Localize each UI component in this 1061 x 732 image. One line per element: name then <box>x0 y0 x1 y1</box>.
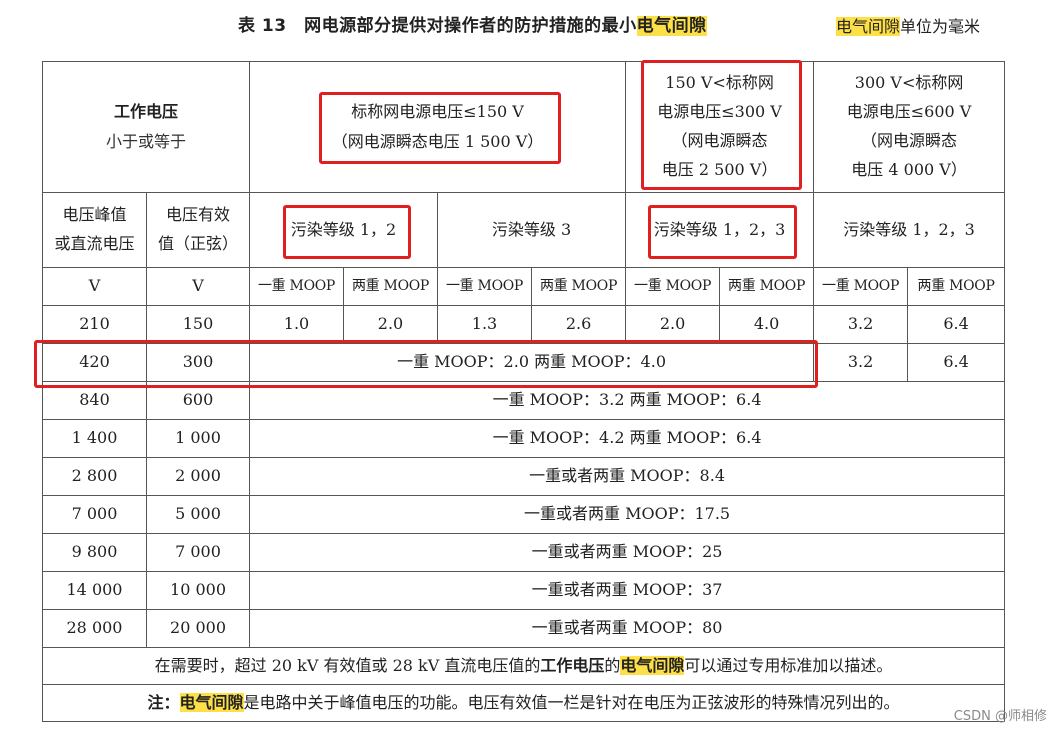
range2-header: 150 V<标称网 电源电压≤300 V （网电源瞬态 电压 2 500 V） <box>625 61 815 193</box>
table-title: 表 13 网电源部分提供对操作者的防护措施的最小电气间隙 电气间隙单位为毫米 <box>0 8 1061 38</box>
watermark: CSDN @师相修 <box>953 709 1047 724</box>
note-row-2: 注：电气间隙是电路中关于峰值电压的功能。电压有效值一栏是针对在电压为正弦波形的特… <box>41 684 1006 722</box>
peak-cell: 420 <box>42 343 147 382</box>
value-cell: 4.0 <box>719 305 815 344</box>
moop-header: 两重 MOOP <box>343 267 439 306</box>
pollution-degree-1-2: 污染等级 1，2 <box>249 192 439 268</box>
rms-cell: 5 000 <box>145 495 251 534</box>
unit-note: 电气间隙单位为毫米 <box>836 17 981 36</box>
peak-cell: 14 000 <box>42 571 147 610</box>
header-row-ranges: 工作电压 小于或等于 标称网电源电压≤150 V （网电源瞬态电压 1 500 … <box>41 61 1006 193</box>
peak-cell: 210 <box>42 305 147 344</box>
rms-cell: 7 000 <box>145 533 251 572</box>
peak-cell: 9 800 <box>42 533 147 572</box>
rms-cell: 2 000 <box>145 457 251 496</box>
moop-header: 两重 MOOP <box>907 267 1006 306</box>
value-cell: 3.2 <box>813 305 909 344</box>
table-row: 28 000 20 000 一重或者两重 MOOP：80 <box>42 609 1006 648</box>
note: 注：电气间隙是电路中关于峰值电压的功能。电压有效值一栏是针对在电压为正弦波形的特… <box>41 684 1006 722</box>
table-row: 2 800 2 000 一重或者两重 MOOP：8.4 <box>42 457 1006 496</box>
note-row-1: 在需要时，超过 20 kV 有效值或 28 kV 直流电压值的工作电压的电气间隙… <box>41 647 1006 685</box>
pollution-degree-3: 污染等级 3 <box>437 192 627 268</box>
rms-cell: 600 <box>145 381 251 420</box>
unit-cell: V <box>42 267 147 306</box>
header-row-pollution: 电压峰值 或直流电压 电压有效 值（正弦） 污染等级 1，2 污染等级 3 污染等级… <box>42 192 1006 268</box>
moop-header: 两重 MOOP <box>719 267 815 306</box>
moop-header: 一重 MOOP <box>625 267 721 306</box>
pollution-degree-1-2-3-b: 污染等级 1，2，3 <box>813 192 1006 268</box>
moop-header: 一重 MOOP <box>249 267 345 306</box>
footnote: 在需要时，超过 20 kV 有效值或 28 kV 直流电压值的工作电压的电气间隙… <box>41 647 1006 685</box>
working-voltage-header: 工作电压 小于或等于 <box>41 61 251 193</box>
value-cell: 2.0 <box>625 305 721 344</box>
table-row: 840 600 一重 MOOP：3.2 两重 MOOP：6.4 <box>42 381 1006 420</box>
merged-value-cell: 一重 MOOP：4.2 两重 MOOP：6.4 <box>249 419 1006 458</box>
clearance-table: 工作电压 小于或等于 标称网电源电压≤150 V （网电源瞬态电压 1 500 … <box>41 61 1006 722</box>
merged-value-cell: 一重或者两重 MOOP：8.4 <box>249 457 1006 496</box>
peak-voltage-header: 电压峰值 或直流电压 <box>42 192 147 268</box>
rms-cell: 10 000 <box>145 571 251 610</box>
table-caption: 表 13 网电源部分提供对操作者的防护措施的最小电气间隙 <box>238 16 707 36</box>
table-row: 9 800 7 000 一重或者两重 MOOP：25 <box>42 533 1006 572</box>
rms-cell: 150 <box>145 305 251 344</box>
table-row: 210 150 1.0 2.0 1.3 2.6 2.0 4.0 3.2 6.4 <box>42 305 1006 344</box>
moop-header: 两重 MOOP <box>531 267 627 306</box>
value-cell: 6.4 <box>907 305 1006 344</box>
value-cell: 3.2 <box>813 343 909 382</box>
merged-value-cell: 一重 MOOP：2.0 两重 MOOP：4.0 <box>249 343 815 382</box>
rms-cell: 20 000 <box>145 609 251 648</box>
rms-cell: 1 000 <box>145 419 251 458</box>
table-row: 14 000 10 000 一重或者两重 MOOP：37 <box>42 571 1006 610</box>
range1-header: 标称网电源电压≤150 V （网电源瞬态电压 1 500 V） <box>249 61 627 193</box>
table-row: 420 300 一重 MOOP：2.0 两重 MOOP：4.0 3.2 6.4 <box>42 343 1006 382</box>
pollution-degree-1-2-3-a: 污染等级 1，2，3 <box>625 192 815 268</box>
table-row: 1 400 1 000 一重 MOOP：4.2 两重 MOOP：6.4 <box>42 419 1006 458</box>
value-cell: 1.0 <box>249 305 345 344</box>
value-cell: 6.4 <box>907 343 1006 382</box>
value-cell: 2.0 <box>343 305 439 344</box>
peak-cell: 840 <box>42 381 147 420</box>
peak-cell: 28 000 <box>42 609 147 648</box>
peak-cell: 1 400 <box>42 419 147 458</box>
value-cell: 1.3 <box>437 305 533 344</box>
merged-value-cell: 一重或者两重 MOOP：25 <box>249 533 1006 572</box>
merged-value-cell: 一重或者两重 MOOP：17.5 <box>249 495 1006 534</box>
merged-value-cell: 一重或者两重 MOOP：80 <box>249 609 1006 648</box>
peak-cell: 2 800 <box>42 457 147 496</box>
moop-header: 一重 MOOP <box>437 267 533 306</box>
moop-header: 一重 MOOP <box>813 267 909 306</box>
header-row-moop: V V 一重 MOOP 两重 MOOP 一重 MOOP 两重 MOOP 一重 M… <box>42 267 1006 306</box>
peak-cell: 7 000 <box>42 495 147 534</box>
value-cell: 2.6 <box>531 305 627 344</box>
merged-value-cell: 一重 MOOP：3.2 两重 MOOP：6.4 <box>249 381 1006 420</box>
rms-voltage-header: 电压有效 值（正弦） <box>145 192 251 268</box>
range3-header: 300 V<标称网 电源电压≤600 V （网电源瞬态 电压 4 000 V） <box>813 61 1006 193</box>
table-row: 7 000 5 000 一重或者两重 MOOP：17.5 <box>42 495 1006 534</box>
merged-value-cell: 一重或者两重 MOOP：37 <box>249 571 1006 610</box>
rms-cell: 300 <box>145 343 251 382</box>
unit-cell: V <box>145 267 251 306</box>
